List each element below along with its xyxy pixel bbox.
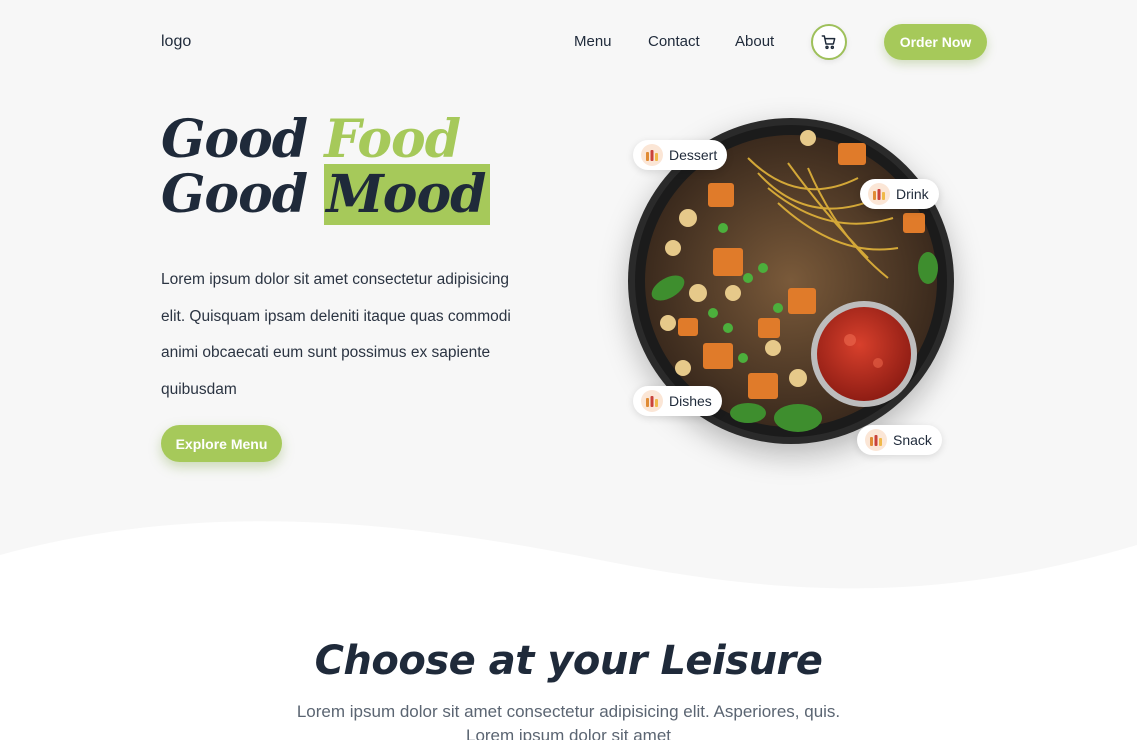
food-bowl-image: Dessert Drink Dishes Snack: [612, 112, 962, 502]
hero-word-good: Good: [161, 109, 325, 170]
chip-label: Snack: [893, 432, 932, 448]
nav-menu-link[interactable]: Menu: [574, 33, 612, 50]
section-subtitle: Lorem ipsum dolor sit amet consectetur a…: [296, 702, 841, 740]
hero-word-good-2: Good: [161, 164, 325, 225]
hero-word-food: Food: [324, 109, 461, 170]
chip-label: Dessert: [669, 147, 718, 163]
category-chip-drink[interactable]: Drink: [860, 179, 939, 209]
hero-line-1: Good Food: [161, 112, 490, 167]
order-now-button[interactable]: Order Now: [884, 24, 987, 60]
category-chip-dessert[interactable]: Dessert: [633, 140, 728, 170]
hero-word-mood: Mood: [324, 164, 490, 225]
cart-icon: [821, 35, 836, 50]
explore-menu-button[interactable]: Explore Menu: [161, 425, 282, 462]
hero-title: Good Food Good Mood: [161, 112, 490, 225]
chip-label: Drink: [896, 186, 929, 202]
section-title: Choose at your Leisure: [314, 638, 823, 684]
food-icon: [641, 390, 663, 412]
logo[interactable]: logo: [161, 33, 191, 51]
category-chip-snack[interactable]: Snack: [857, 425, 942, 455]
food-icon: [868, 183, 890, 205]
chip-label: Dishes: [669, 393, 712, 409]
nav-about-link[interactable]: About: [735, 33, 774, 50]
nav-contact-link[interactable]: Contact: [648, 33, 700, 50]
cart-button[interactable]: [811, 24, 847, 60]
food-icon: [865, 429, 887, 451]
top-navbar: logo Menu Contact About Order Now: [0, 0, 1137, 84]
category-chip-dishes[interactable]: Dishes: [633, 386, 722, 416]
food-icon: [641, 144, 663, 166]
hero-line-2: Good Mood: [161, 164, 490, 225]
hero-description: Lorem ipsum dolor sit amet consectetur a…: [161, 271, 511, 398]
